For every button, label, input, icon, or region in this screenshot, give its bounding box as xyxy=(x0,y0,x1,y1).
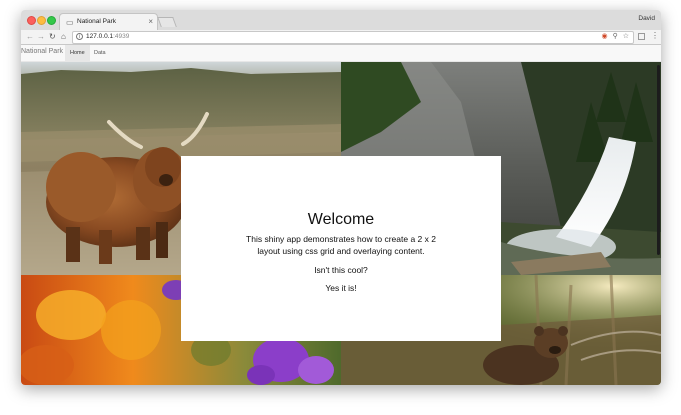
minimize-window-icon[interactable] xyxy=(37,16,46,25)
welcome-answer: Yes it is! xyxy=(325,283,357,293)
welcome-overlay: Welcome This shiny app demonstrates how … xyxy=(181,156,501,341)
app-navbar: National Park Home Data xyxy=(21,45,661,62)
browser-tab[interactable]: ▭ National Park × xyxy=(59,13,158,31)
new-tab-button[interactable] xyxy=(157,17,177,27)
welcome-question: Isn't this cool? xyxy=(314,265,368,275)
url-port: :4939 xyxy=(113,33,130,40)
tab-data[interactable]: Data xyxy=(89,45,111,61)
reload-icon[interactable]: ↻ xyxy=(49,32,56,42)
search-icon[interactable]: ⚲ xyxy=(613,33,618,40)
tab-strip: ▭ National Park × David xyxy=(21,10,661,31)
page-scrollbar[interactable] xyxy=(657,65,660,255)
url-host: 127.0.0.1 xyxy=(86,33,114,40)
tab-home[interactable]: Home xyxy=(65,45,90,61)
address-bar-actions: ◉ ⚲ ☆ xyxy=(596,32,629,40)
menu-dots-icon[interactable]: ⋮ xyxy=(651,31,659,40)
extension-icon[interactable]: ◉ xyxy=(601,33,607,40)
extension-box-icon[interactable] xyxy=(638,33,645,40)
bookmark-star-icon[interactable]: ☆ xyxy=(623,33,629,40)
welcome-title: Welcome xyxy=(307,211,375,228)
browser-window: ▭ National Park × David ← → ↻ ⌂ i 127.0.… xyxy=(21,10,661,385)
welcome-description: This shiny app demonstrates how to creat… xyxy=(246,234,436,256)
navbar-brand[interactable]: National Park xyxy=(21,48,63,55)
url-text: 127.0.0.1:4939 xyxy=(86,33,129,40)
profile-name[interactable]: David xyxy=(638,15,655,22)
info-icon[interactable]: i xyxy=(76,33,83,40)
close-window-icon[interactable] xyxy=(27,16,36,25)
forward-arrow-icon[interactable]: → xyxy=(37,32,45,42)
image-grid: Welcome This shiny app demonstrates how … xyxy=(21,62,661,385)
address-bar[interactable]: i 127.0.0.1:4939 ◉ ⚲ ☆ xyxy=(72,31,634,44)
tab-title: National Park xyxy=(77,18,117,25)
browser-toolbar: ← → ↻ ⌂ i 127.0.0.1:4939 ◉ ⚲ ☆ ⋮ xyxy=(21,30,661,45)
home-icon[interactable]: ⌂ xyxy=(61,32,66,42)
back-arrow-icon[interactable]: ← xyxy=(26,32,34,42)
close-tab-icon[interactable]: × xyxy=(148,17,153,26)
maximize-window-icon[interactable] xyxy=(47,16,56,25)
document-icon: ▭ xyxy=(66,18,74,27)
